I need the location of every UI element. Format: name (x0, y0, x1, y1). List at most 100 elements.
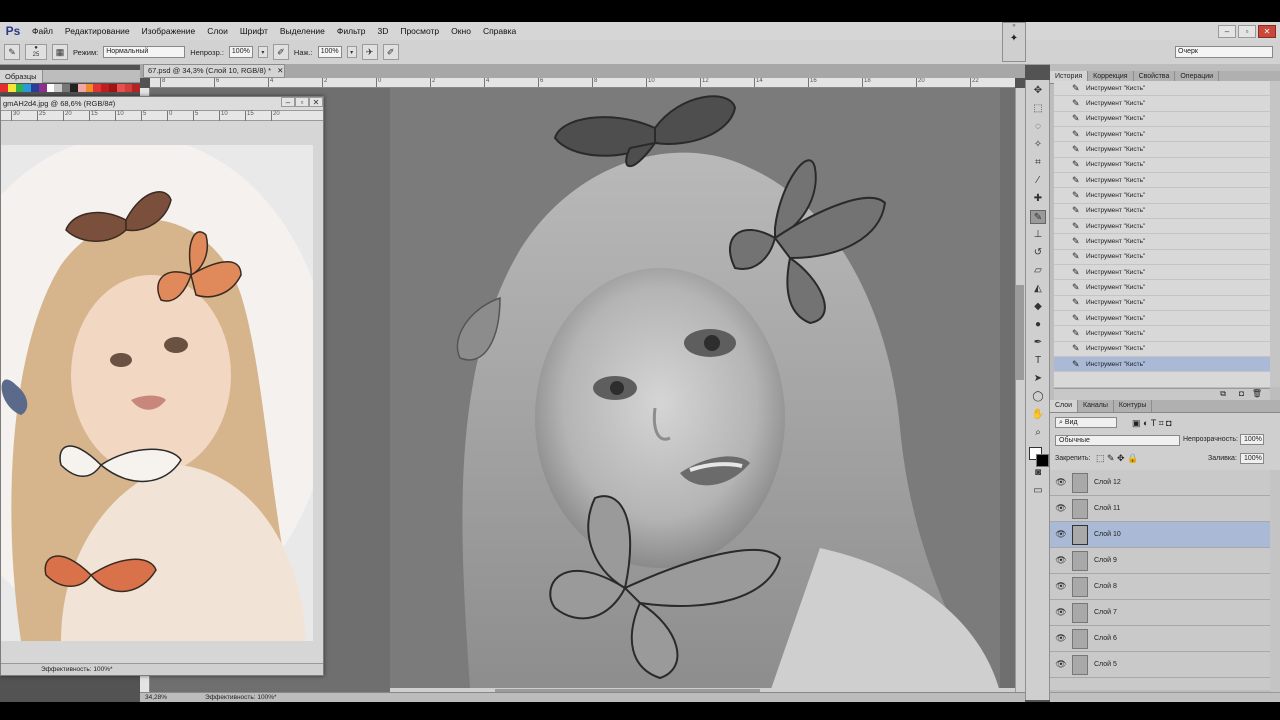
history-checkbox[interactable] (1058, 298, 1068, 308)
history-state[interactable]: ✎ Инструмент "Кисть" (1054, 265, 1270, 281)
minimize-button[interactable]: – (1218, 24, 1236, 38)
menu-type[interactable]: Шрифт (234, 22, 274, 40)
menu-window[interactable]: Окно (445, 22, 477, 40)
menu-view[interactable]: Просмотр (394, 22, 445, 40)
layer-row[interactable]: 👁 Слой 7 (1050, 600, 1270, 626)
layer-scrollbar[interactable] (1270, 470, 1280, 692)
layer-filter-icons[interactable]: ▣ ◐ T ⌗ ◘ (1132, 418, 1172, 429)
visibility-eye-icon[interactable]: 👁 (1050, 555, 1072, 566)
move-tool-icon[interactable]: ✥ (1030, 84, 1046, 98)
history-checkbox[interactable] (1058, 267, 1068, 277)
layer-opacity-input[interactable]: 100% (1240, 434, 1264, 445)
history-checkbox[interactable] (1058, 175, 1068, 185)
pressure-dropdown[interactable]: ▾ (346, 46, 357, 58)
zoom-tool-icon[interactable]: ⌕ (1030, 426, 1046, 440)
tablet-size-icon[interactable]: ✐ (382, 44, 399, 60)
mode-select[interactable]: Нормальный (103, 46, 186, 58)
swatch-12[interactable] (93, 84, 102, 92)
history-state[interactable]: ✎ Инструмент "Кисть" (1054, 342, 1270, 357)
canvas-vertical-scroll-thumb[interactable] (1016, 285, 1024, 380)
pressure-input[interactable]: 100% (317, 46, 342, 58)
tab-channels[interactable]: Каналы (1078, 400, 1114, 412)
bucket-tool-icon[interactable]: ◭ (1030, 282, 1046, 296)
history-checkbox[interactable] (1058, 83, 1068, 93)
history-state[interactable]: ✎ Инструмент "Кисть" (1054, 219, 1270, 235)
history-state[interactable]: ✎ Инструмент "Кисть" (1054, 173, 1270, 189)
history-state[interactable]: ✎ Инструмент "Кисть" (1054, 234, 1270, 250)
swatch-10[interactable] (77, 84, 86, 92)
history-state[interactable]: ✎ Инструмент "Кисть" (1054, 142, 1270, 158)
healing-tool-icon[interactable]: ✚ (1030, 192, 1046, 206)
swatch-3[interactable] (23, 84, 32, 92)
history-state[interactable]: ✎ Инструмент "Кисть" (1054, 81, 1270, 97)
screen-mode-icon[interactable]: ▭ (1030, 484, 1046, 498)
swatch-16[interactable] (124, 84, 133, 92)
menu-3d[interactable]: 3D (371, 22, 394, 40)
swatch-6[interactable] (46, 84, 55, 92)
tab-paths[interactable]: Контуры (1114, 400, 1153, 412)
history-checkbox[interactable] (1058, 252, 1068, 262)
tool-preset-icon[interactable]: ✦ (1003, 33, 1025, 44)
history-state[interactable]: ✎ Инструмент "Кисть" (1054, 296, 1270, 311)
artwork-canvas[interactable] (390, 88, 1000, 692)
lock-icons[interactable]: ⬚ ✎ ✥ 🔒 (1096, 453, 1138, 464)
brush-size-picker[interactable]: ● 25 (25, 44, 47, 60)
swatch-13[interactable] (101, 84, 109, 92)
history-checkbox[interactable] (1058, 129, 1068, 139)
history-checkbox[interactable] (1058, 359, 1068, 369)
doc-tab-close-icon[interactable]: ✕ (277, 66, 283, 75)
history-checkbox[interactable] (1058, 206, 1068, 216)
crop-tool-icon[interactable]: ⌗ (1030, 156, 1046, 170)
eyedropper-tool-icon[interactable]: ⁄ (1030, 174, 1046, 188)
reference-close-button[interactable]: ✕ (309, 97, 323, 107)
history-state[interactable]: ✎ Инструмент "Кисть" (1054, 127, 1270, 143)
layer-row[interactable]: 👁 Слой 10 (1050, 522, 1270, 548)
visibility-eye-icon[interactable]: 👁 (1050, 477, 1072, 488)
history-state[interactable]: ✎ Инструмент "Кисть" (1054, 158, 1270, 173)
history-checkbox[interactable] (1058, 221, 1068, 231)
reference-window[interactable]: gmAH2d4.jpg @ 68,6% (RGB/8#) – ▫ ✕ 30 25 2… (0, 96, 324, 676)
swatch-11[interactable] (85, 84, 94, 92)
history-state[interactable]: ✎ Инструмент "Кисть" (1054, 112, 1270, 127)
eraser-tool-icon[interactable]: ▱ (1030, 264, 1046, 278)
visibility-eye-icon[interactable]: 👁 (1050, 581, 1072, 592)
menu-filter[interactable]: Фильтр (331, 22, 372, 40)
swatch-9[interactable] (70, 84, 78, 92)
opacity-dropdown[interactable]: ▾ (257, 46, 268, 58)
marquee-tool-icon[interactable]: ⬚ (1030, 102, 1046, 116)
swatch-8[interactable] (62, 84, 71, 92)
menu-layers[interactable]: Слои (201, 22, 234, 40)
layer-row[interactable]: 👁 Слой 11 (1050, 496, 1270, 522)
swatches-tab[interactable]: Образцы (0, 70, 43, 83)
history-state[interactable]: ✎ Инструмент "Кисть" (1054, 311, 1270, 327)
swatch-5[interactable] (38, 84, 47, 92)
layer-row[interactable]: 👁 Слой 9 (1050, 548, 1270, 574)
menu-select[interactable]: Выделение (274, 22, 331, 40)
history-checkbox[interactable] (1058, 282, 1068, 292)
swatch-4[interactable] (31, 84, 39, 92)
path-select-tool-icon[interactable]: ➤ (1030, 372, 1046, 386)
dodge-tool-icon[interactable]: ● (1030, 318, 1046, 332)
menu-help[interactable]: Справка (477, 22, 522, 40)
blur-tool-icon[interactable]: ◆ (1030, 300, 1046, 314)
history-state[interactable]: ✎ Инструмент "Кисть" (1054, 96, 1270, 112)
swatch-14[interactable] (108, 84, 117, 92)
brush-tool-icon[interactable]: ✎ (1030, 210, 1046, 224)
history-state[interactable]: ✎ Инструмент "Кисть" (1054, 188, 1270, 204)
history-checkbox[interactable] (1058, 190, 1068, 200)
history-checkbox[interactable] (1058, 160, 1068, 170)
swatch-1[interactable] (7, 84, 16, 92)
hand-tool-icon[interactable]: ✋ (1030, 408, 1046, 422)
airbrush-icon[interactable]: ✈ (361, 44, 378, 60)
layer-row[interactable]: 👁 Слой 12 (1050, 470, 1270, 496)
visibility-eye-icon[interactable]: 👁 (1050, 633, 1072, 644)
stamp-tool-icon[interactable]: ⊥ (1030, 228, 1046, 242)
history-state[interactable]: ✎ Инструмент "Кисть" (1054, 356, 1270, 373)
reference-titlebar[interactable]: gmAH2d4.jpg @ 68,6% (RGB/8#) – ▫ ✕ (1, 97, 323, 111)
quick-mask-icon[interactable]: ◙ (1030, 466, 1046, 480)
history-checkbox[interactable] (1058, 236, 1068, 246)
visibility-eye-icon[interactable]: 👁 (1050, 659, 1072, 670)
zoom-level[interactable]: 34,28% (145, 693, 167, 702)
swatch-2[interactable] (15, 84, 24, 92)
pen-tool-icon[interactable]: ✒ (1030, 336, 1046, 350)
